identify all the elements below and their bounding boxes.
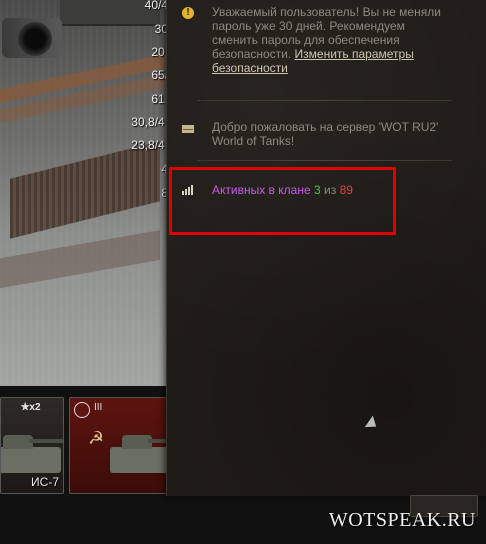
vehicle-name: ИС-7 (31, 475, 59, 489)
watermark: WOTSPEAK.RU (328, 509, 476, 531)
notification-text: Добро пожаловать на сервер 'WOT RU2' Wor… (212, 120, 439, 148)
mail-icon (182, 122, 196, 136)
vehicle-tier: III (94, 402, 103, 413)
divider (197, 160, 452, 161)
tank-image (110, 435, 170, 473)
tank-stat: 30,8/4, (131, 115, 168, 129)
vehicle-card-is7[interactable]: ✯x2 ИС-7 (0, 397, 64, 494)
notification-panel: ! Уважаемый пользователь! Вы не меняли п… (166, 0, 486, 496)
gun-muzzle (18, 22, 52, 56)
nation-icon (74, 402, 90, 418)
game-viewport: 40/4 30 20, 65/ 61, 30,8/4, 23,8/4, 4 8 (0, 0, 170, 390)
warning-icon: ! (182, 7, 196, 21)
tank-stat: 23,8/4, (131, 138, 168, 152)
floor-grate (0, 230, 160, 290)
highlight-box (169, 167, 396, 235)
vehicle-card-soviet[interactable]: III ☭ (69, 397, 171, 494)
divider (197, 100, 452, 101)
tank-stat: 40/4 (144, 0, 168, 12)
floor-grate (10, 141, 160, 239)
hammer-sickle-icon: ☭ (88, 428, 105, 448)
xp-multiplier-badge: ✯x2 (21, 402, 41, 413)
tank-image (1, 435, 63, 473)
